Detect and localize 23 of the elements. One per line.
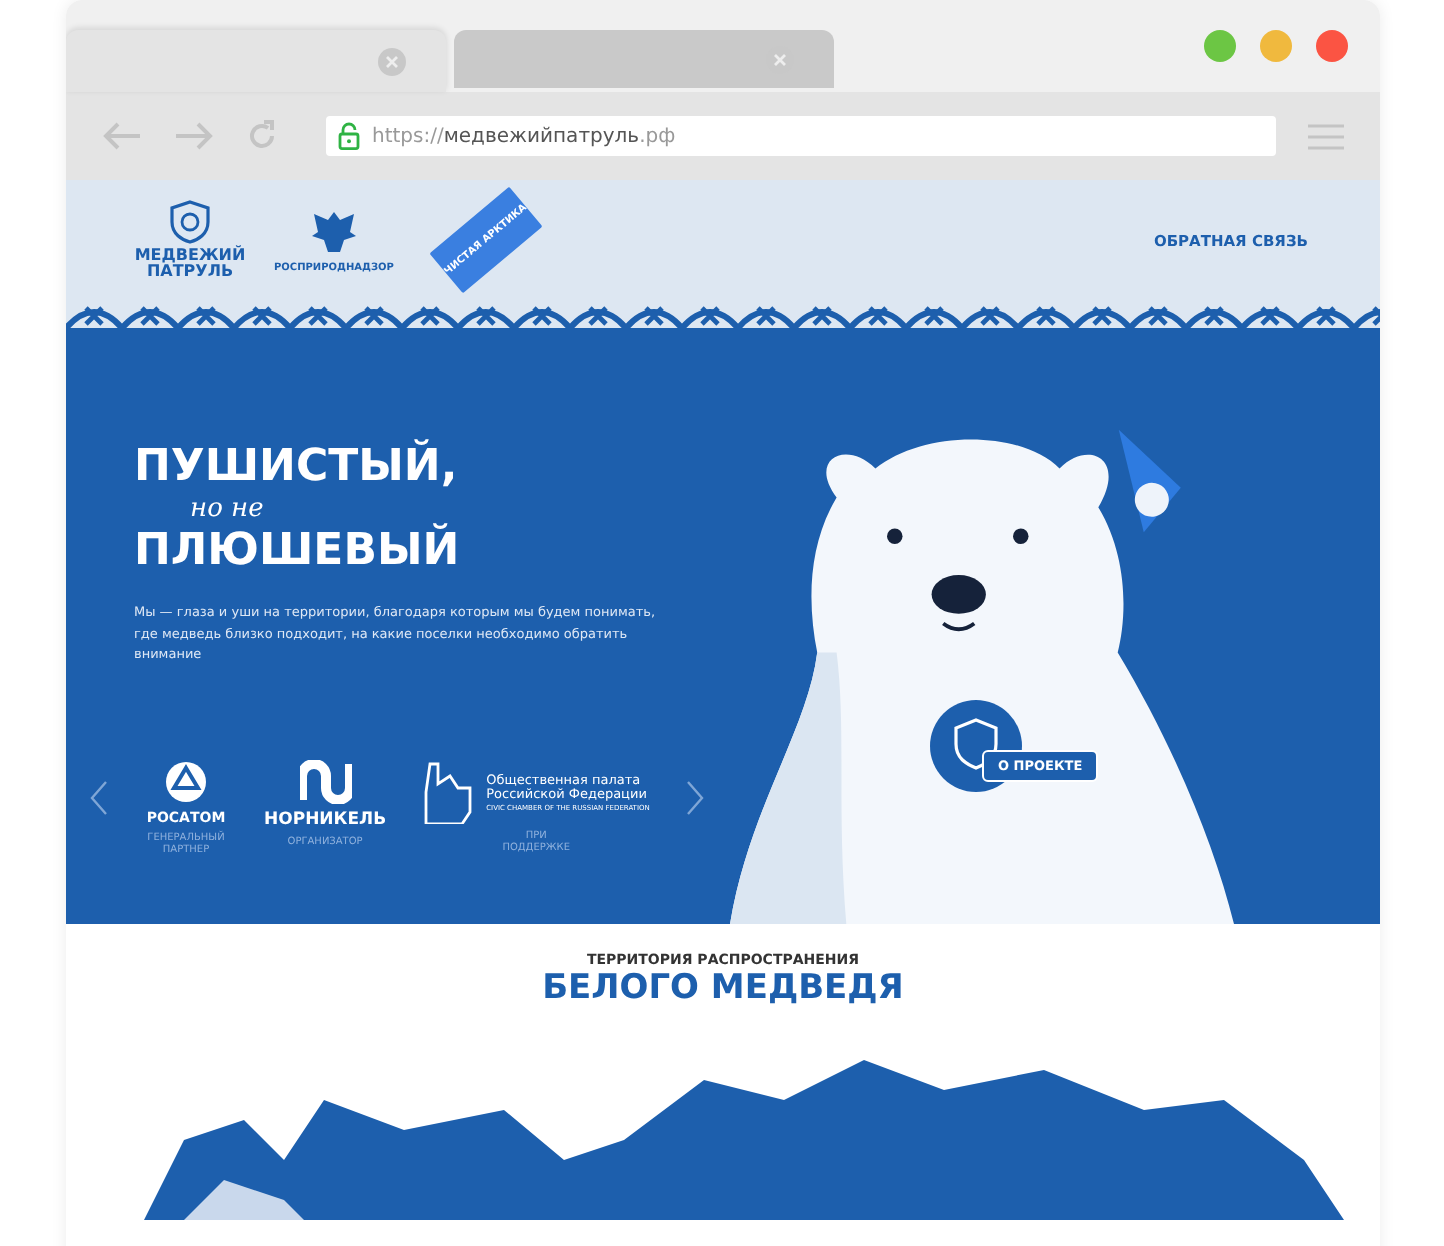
hero-title: ПУШИСТЫЙ, bbox=[134, 440, 458, 495]
logo-text: МЕДВЕЖИЙ ПАТРУЛЬ bbox=[134, 247, 246, 281]
wave-logo-icon bbox=[299, 760, 352, 805]
partner-name: НОРНИКЕЛЬ bbox=[264, 810, 387, 831]
chevron-left-icon[interactable] bbox=[90, 780, 108, 817]
url-text: https://медвежийпатруль.рф bbox=[372, 125, 676, 147]
lock-icon bbox=[338, 122, 360, 150]
menu-icon[interactable] bbox=[1308, 123, 1344, 149]
reload-icon[interactable] bbox=[246, 120, 278, 152]
maximize-icon[interactable] bbox=[1204, 30, 1236, 62]
hero-title: ПЛЮШЕВЫЙ bbox=[134, 523, 460, 579]
browser-tab[interactable] bbox=[66, 30, 446, 92]
close-icon[interactable] bbox=[378, 47, 406, 75]
close-icon[interactable] bbox=[1316, 30, 1348, 62]
forward-icon[interactable] bbox=[174, 122, 214, 150]
atom-logo-icon bbox=[164, 760, 208, 805]
chevron-right-icon[interactable] bbox=[686, 780, 705, 817]
section-title: БЕЛОГО МЕДВЕДЯ bbox=[542, 968, 904, 1009]
minimize-icon[interactable] bbox=[1260, 30, 1292, 62]
address-bar[interactable]: https://медвежийпатруль.рф bbox=[326, 116, 1276, 156]
back-icon[interactable] bbox=[102, 122, 142, 150]
browser-tab[interactable] bbox=[454, 30, 834, 88]
hero-title-script: но не bbox=[188, 495, 264, 523]
